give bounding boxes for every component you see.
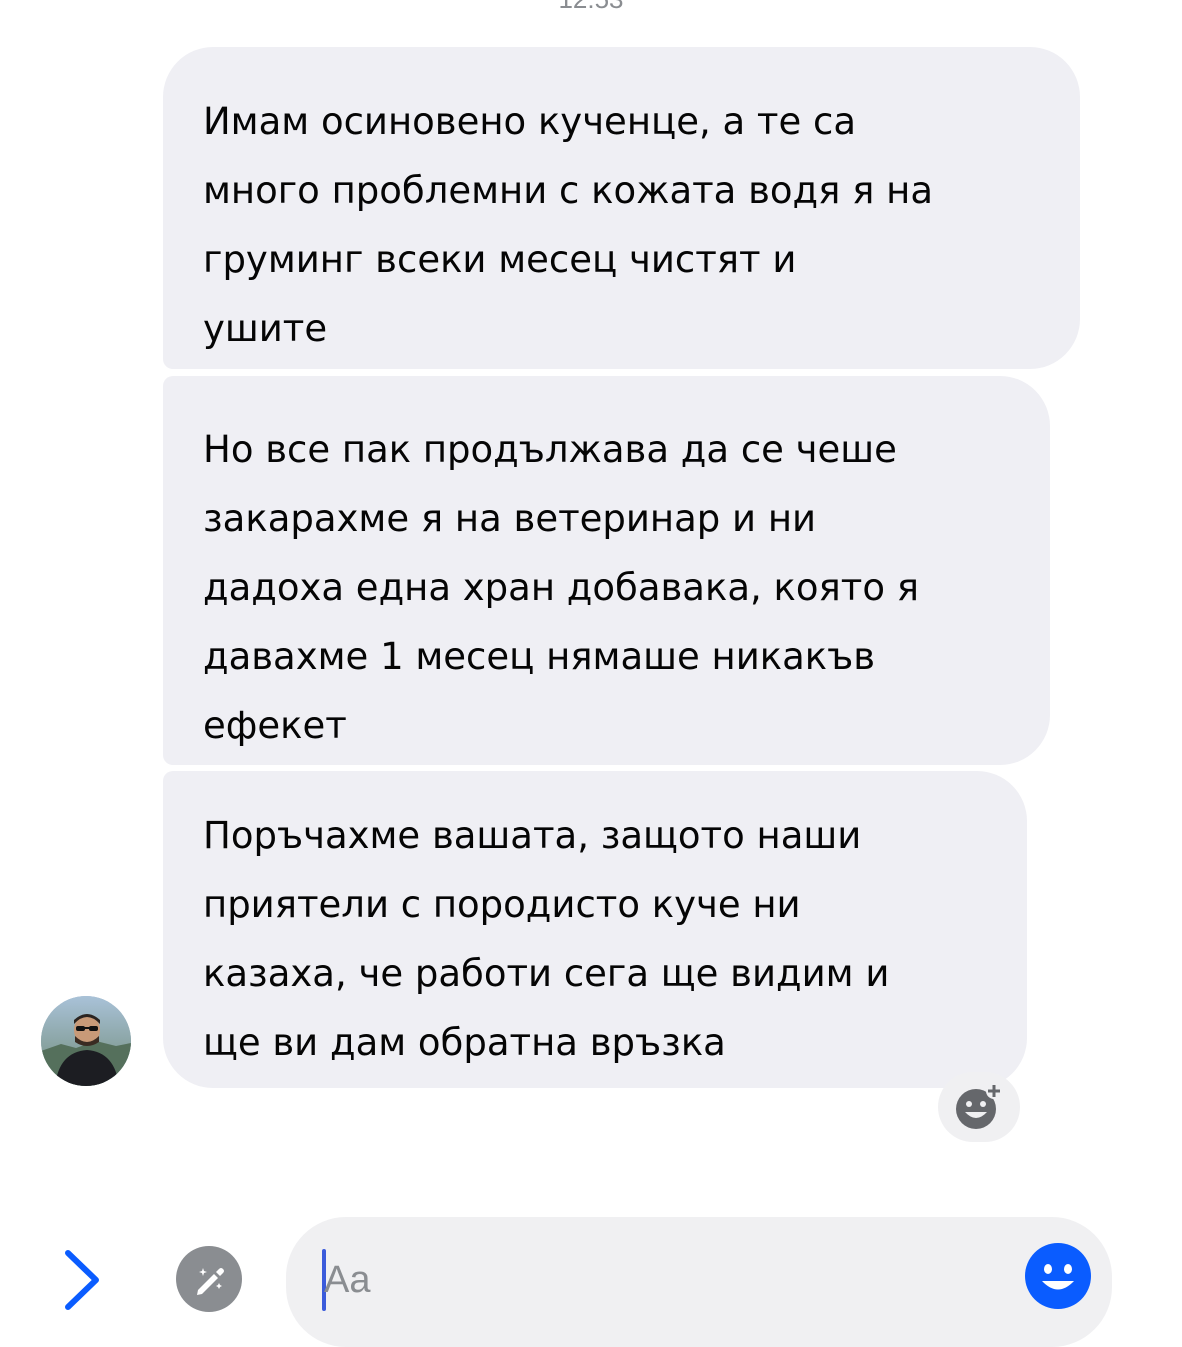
message-bubble[interactable]: Но все пак продължава да се чеше закарах… [163, 376, 1050, 765]
gallery-button[interactable] [176, 1246, 242, 1312]
edit-photo-icon [197, 1268, 224, 1295]
avatar[interactable] [41, 996, 131, 1086]
add-reaction-icon [956, 1083, 1002, 1129]
message-bubble[interactable]: Поръчахме вашата, защото наши приятели с… [163, 771, 1027, 1088]
emoji-button[interactable] [1024, 1242, 1092, 1310]
avatar-photo [41, 996, 131, 1086]
smiley-emoji-icon [1025, 1243, 1091, 1309]
message-composer [286, 1217, 1112, 1347]
message-bubble[interactable]: Имам осиновено кученце, а те са много пр… [163, 47, 1080, 369]
message-input[interactable] [324, 1245, 984, 1315]
timestamp: 12:53 [0, 0, 1182, 15]
expand-actions-button[interactable] [58, 1247, 106, 1313]
chevron-right-icon [65, 1250, 99, 1310]
add-reaction-button[interactable] [938, 1072, 1020, 1142]
